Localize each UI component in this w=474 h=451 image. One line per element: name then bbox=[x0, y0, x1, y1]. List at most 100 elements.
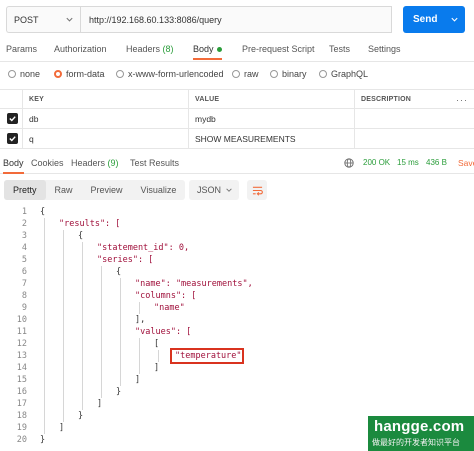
wrap-lines-button[interactable] bbox=[247, 180, 267, 200]
check-icon[interactable] bbox=[7, 133, 18, 144]
body-type-label: raw bbox=[244, 69, 259, 79]
tab-label: Authorization bbox=[54, 44, 107, 54]
description-cell[interactable] bbox=[354, 109, 474, 128]
tab-label: Cookies bbox=[31, 158, 64, 168]
send-label: Send bbox=[413, 14, 438, 25]
tab-response-body[interactable]: Body bbox=[3, 158, 24, 174]
tab-authorization[interactable]: Authorization bbox=[54, 44, 107, 54]
column-header-value: VALUE bbox=[188, 90, 354, 108]
code-line: 16} bbox=[0, 386, 474, 398]
code-text: "values": [ bbox=[135, 327, 192, 337]
checkbox-column-header bbox=[0, 90, 22, 108]
code-text: ] bbox=[59, 423, 65, 433]
url-text: http://192.168.60.133:8086/query bbox=[89, 14, 222, 25]
tab-tests[interactable]: Tests bbox=[329, 44, 350, 54]
code-line: 15] bbox=[0, 374, 474, 386]
table-header-row: KEY VALUE DESCRIPTION ··· bbox=[0, 89, 474, 109]
table-row: db mydb bbox=[0, 109, 474, 129]
response-size: 436 B bbox=[426, 158, 447, 167]
row-checkbox[interactable] bbox=[0, 109, 22, 128]
body-type-label: form-data bbox=[66, 69, 105, 79]
value-cell[interactable]: SHOW MEASUREMENTS bbox=[188, 129, 354, 148]
code-line: 9 "name" bbox=[0, 302, 474, 314]
tab-params[interactable]: Params bbox=[6, 44, 37, 54]
body-type-form-data[interactable]: form-data bbox=[54, 69, 105, 79]
response-viewer-toolbar: Pretty Raw Preview Visualize JSON bbox=[0, 180, 474, 202]
mode-raw[interactable]: Raw bbox=[46, 180, 82, 200]
line-number: 15 bbox=[16, 375, 27, 385]
line-number: 17 bbox=[16, 399, 27, 409]
send-button[interactable]: Send bbox=[403, 6, 465, 33]
watermark: hangge.com 做最好的开发者知识平台 bbox=[368, 416, 474, 451]
mode-preview[interactable]: Preview bbox=[82, 180, 132, 200]
watermark-site: hangge.com bbox=[374, 418, 465, 435]
body-type-selector: none form-data x-www-form-urlencoded raw… bbox=[0, 66, 474, 84]
line-number: 9 bbox=[21, 303, 27, 313]
value-cell[interactable]: mydb bbox=[188, 109, 354, 128]
body-type-urlencoded[interactable]: x-www-form-urlencoded bbox=[116, 69, 224, 79]
radio-icon[interactable] bbox=[8, 70, 16, 78]
description-cell[interactable] bbox=[354, 129, 474, 148]
url-input[interactable]: http://192.168.60.133:8086/query bbox=[80, 6, 392, 33]
code-text: [ bbox=[154, 339, 160, 349]
code-line: 10], bbox=[0, 314, 474, 326]
check-icon[interactable] bbox=[7, 113, 18, 124]
globe-icon[interactable] bbox=[344, 158, 354, 168]
tab-response-headers[interactable]: Headers (9) bbox=[71, 158, 119, 168]
method-select[interactable]: POST bbox=[6, 6, 80, 33]
body-type-raw[interactable]: raw bbox=[232, 69, 259, 79]
wrap-lines-icon bbox=[252, 186, 263, 196]
table-row: q SHOW MEASUREMENTS bbox=[0, 129, 474, 149]
tab-headers[interactable]: Headers (8) bbox=[126, 44, 174, 54]
chevron-down-icon bbox=[226, 188, 232, 192]
tab-label: Body bbox=[3, 158, 24, 168]
request-tabs: Params Authorization Headers (8) Body Pr… bbox=[0, 40, 474, 62]
tab-body[interactable]: Body bbox=[193, 44, 222, 60]
chevron-down-icon bbox=[66, 17, 73, 22]
row-checkbox[interactable] bbox=[0, 129, 22, 148]
request-bar: POST http://192.168.60.133:8086/query Se… bbox=[0, 6, 474, 34]
code-text: "series": [ bbox=[97, 255, 154, 265]
method-label: POST bbox=[14, 14, 39, 25]
response-body-code[interactable]: 1{ 2 "results": [ 3{ 4 "statement_id": 0, … bbox=[0, 206, 474, 451]
mode-visualize[interactable]: Visualize bbox=[132, 180, 186, 200]
line-number: 4 bbox=[21, 243, 27, 253]
radio-icon[interactable] bbox=[116, 70, 124, 78]
tab-settings[interactable]: Settings bbox=[368, 44, 401, 54]
code-text: "results": [ bbox=[59, 219, 121, 229]
line-number: 12 bbox=[16, 339, 27, 349]
body-type-binary[interactable]: binary bbox=[270, 69, 307, 79]
tab-count: (9) bbox=[107, 158, 119, 168]
line-number: 10 bbox=[16, 315, 27, 325]
code-line: 2 "results": [ bbox=[0, 218, 474, 230]
tab-test-results[interactable]: Test Results bbox=[130, 158, 179, 168]
response-tabs: Body Cookies Headers (9) Test Results 20… bbox=[0, 154, 474, 174]
format-select[interactable]: JSON bbox=[189, 180, 239, 200]
code-text: ], bbox=[135, 315, 146, 325]
view-mode-selector: Pretty Raw Preview Visualize bbox=[4, 180, 186, 200]
key-cell[interactable]: db bbox=[22, 109, 188, 128]
mode-pretty[interactable]: Pretty bbox=[4, 180, 46, 200]
line-number: 7 bbox=[21, 279, 27, 289]
code-text: ] bbox=[97, 399, 103, 409]
code-line: 11 "values": [ bbox=[0, 326, 474, 338]
body-type-none[interactable]: none bbox=[8, 69, 40, 79]
radio-icon[interactable] bbox=[270, 70, 278, 78]
chevron-down-icon[interactable] bbox=[450, 15, 459, 24]
radio-selected-icon[interactable] bbox=[54, 70, 62, 78]
line-number: 11 bbox=[16, 327, 27, 337]
code-line: 8 "columns": [ bbox=[0, 290, 474, 302]
tab-cookies[interactable]: Cookies bbox=[31, 158, 64, 168]
line-number: 16 bbox=[16, 387, 27, 397]
line-number: 14 bbox=[16, 363, 27, 373]
body-type-graphql[interactable]: GraphQL bbox=[319, 69, 368, 79]
radio-icon[interactable] bbox=[232, 70, 240, 78]
radio-icon[interactable] bbox=[319, 70, 327, 78]
format-label: JSON bbox=[197, 185, 222, 195]
line-number: 18 bbox=[16, 411, 27, 421]
line-number: 20 bbox=[16, 435, 27, 445]
key-cell[interactable]: q bbox=[22, 129, 188, 148]
tab-pre-request-script[interactable]: Pre-request Script bbox=[242, 44, 315, 54]
save-response-button[interactable]: Save bbox=[458, 158, 474, 168]
more-options-icon[interactable]: ··· bbox=[456, 95, 468, 105]
